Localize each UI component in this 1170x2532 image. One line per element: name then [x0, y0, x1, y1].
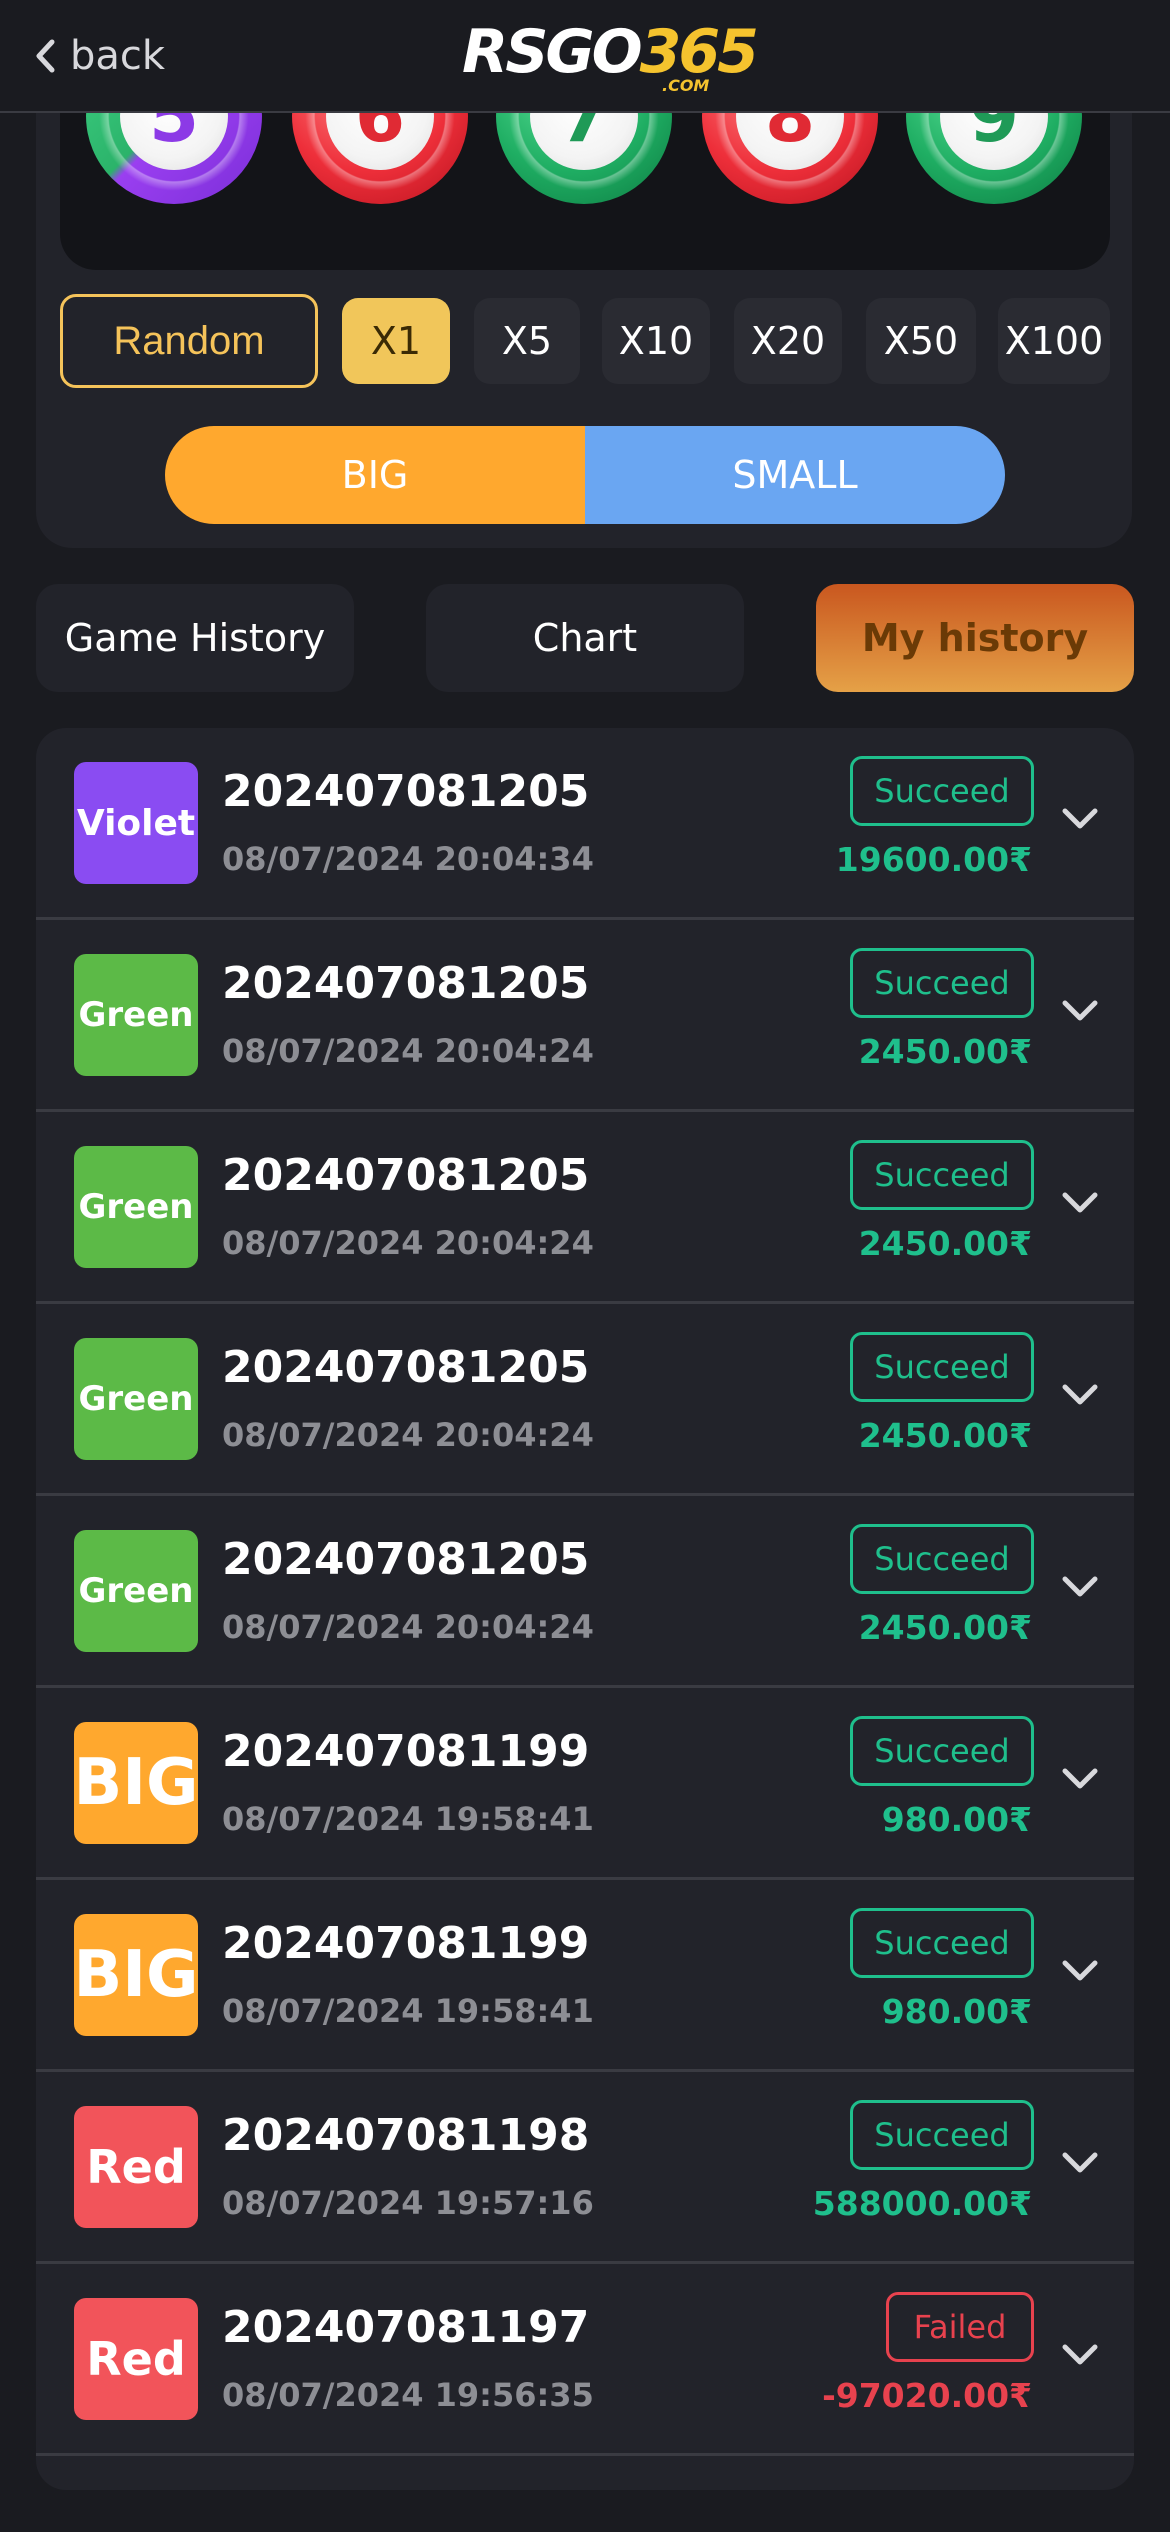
status-badge: Succeed — [850, 948, 1034, 1018]
bet-type-badge: BIG — [73, 1722, 199, 1844]
status-badge: Failed — [886, 2292, 1034, 2362]
win-amount: -97020.00₹ — [822, 2376, 1032, 2415]
history-row[interactable]: Green 202407081205 08/07/2024 20:04:24 Succ… — [36, 1112, 1134, 1304]
bet-timestamp: 08/07/2024 20:04:24 — [222, 1608, 594, 1646]
history-row[interactable]: BIG 202407081199 08/07/2024 19:58:41 Succee… — [36, 1688, 1134, 1880]
history-row[interactable]: BIG 202407081199 08/07/2024 19:58:41 Succee… — [36, 1880, 1134, 2072]
back-label: back — [70, 33, 166, 79]
win-amount: 2450.00₹ — [858, 1416, 1032, 1455]
chevron-down-icon[interactable] — [1060, 1958, 1100, 1984]
period-number: 202407081199 — [222, 1918, 590, 1969]
status-badge: Succeed — [850, 1524, 1034, 1594]
chevron-left-icon — [36, 39, 55, 73]
random-button[interactable]: Random — [60, 294, 318, 388]
tab-chart[interactable]: Chart — [426, 584, 744, 692]
bet-type-badge: Green — [74, 1146, 198, 1268]
chevron-down-icon[interactable] — [1060, 1190, 1100, 1216]
chevron-down-icon[interactable] — [1060, 806, 1100, 832]
period-number: 202407081205 — [222, 1342, 590, 1393]
bet-type-badge: Green — [74, 1530, 198, 1652]
period-number: 202407081197 — [222, 2302, 590, 2353]
my-history-list: Violet 202407081205 08/07/2024 20:04:34 Suc… — [36, 728, 1134, 2490]
big-small-toggle: BIG SMALL — [165, 426, 1005, 524]
status-badge: Succeed — [850, 1716, 1034, 1786]
history-row[interactable]: Green 202407081205 08/07/2024 20:04:24 Succ… — [36, 1496, 1134, 1688]
multiplier-x1-button[interactable]: X1 — [342, 298, 450, 384]
multiplier-x5-button[interactable]: X5 — [474, 298, 580, 384]
period-number: 202407081205 — [222, 958, 590, 1009]
bet-timestamp: 08/07/2024 19:58:41 — [222, 1800, 594, 1838]
history-row[interactable]: Red 202407081197 08/07/2024 19:56:35 Failed… — [36, 2264, 1134, 2456]
period-number: 202407081205 — [222, 766, 590, 817]
win-amount: 19600.00₹ — [835, 840, 1032, 879]
bet-type-badge: Green — [74, 954, 198, 1076]
tab-game-history[interactable]: Game History — [36, 584, 354, 692]
bet-type-badge: Green — [74, 1338, 198, 1460]
status-badge: Succeed — [850, 1908, 1034, 1978]
bet-timestamp: 08/07/2024 20:04:24 — [222, 1416, 594, 1454]
period-number: 202407081199 — [222, 1726, 590, 1777]
bet-timestamp: 08/07/2024 20:04:24 — [222, 1032, 594, 1070]
win-amount: 588000.00₹ — [812, 2184, 1032, 2223]
history-row[interactable]: Green 202407081205 08/07/2024 20:04:24 Succ… — [36, 920, 1134, 1112]
chevron-down-icon[interactable] — [1060, 998, 1100, 1024]
history-row[interactable]: Violet 202407081205 08/07/2024 20:04:34 Suc… — [36, 728, 1134, 920]
tab-my-history[interactable]: My history — [816, 584, 1134, 692]
bet-timestamp: 08/07/2024 19:57:16 — [222, 2184, 594, 2222]
period-number: 202407081198 — [222, 2110, 590, 2161]
chevron-down-icon[interactable] — [1060, 2150, 1100, 2176]
multiplier-x50-button[interactable]: X50 — [866, 298, 976, 384]
period-number: 202407081205 — [222, 1534, 590, 1585]
bet-timestamp: 08/07/2024 19:56:35 — [222, 2376, 594, 2414]
bet-timestamp: 08/07/2024 20:04:24 — [222, 1224, 594, 1262]
bet-type-badge: Violet — [74, 762, 198, 884]
logo: RSGO365 .COM — [462, 14, 759, 96]
win-amount: 980.00₹ — [881, 1992, 1032, 2031]
win-amount: 2450.00₹ — [858, 1224, 1032, 1263]
chevron-down-icon[interactable] — [1060, 1766, 1100, 1792]
bet-timestamp: 08/07/2024 19:58:41 — [222, 1992, 594, 2030]
win-amount: 2450.00₹ — [858, 1608, 1032, 1647]
small-button[interactable]: SMALL — [585, 426, 1005, 524]
logo-text-primary: RSGO — [462, 17, 643, 87]
bet-type-badge: Red — [74, 2106, 198, 2228]
win-amount: 2450.00₹ — [858, 1032, 1032, 1071]
back-button[interactable]: back — [34, 26, 165, 86]
chevron-down-icon[interactable] — [1060, 1382, 1100, 1408]
period-number: 202407081205 — [222, 1150, 590, 1201]
status-badge: Succeed — [850, 1332, 1034, 1402]
chevron-down-icon[interactable] — [1060, 2342, 1100, 2368]
history-row[interactable]: Green 202407081205 08/07/2024 20:04:24 Succ… — [36, 1304, 1134, 1496]
bet-type-badge: Red — [74, 2298, 198, 2420]
logo-suffix: .COM — [662, 76, 710, 95]
status-badge: Succeed — [850, 2100, 1034, 2170]
top-navigation-bar: back RSGO365 .COM — [0, 0, 1170, 113]
status-badge: Succeed — [850, 756, 1034, 826]
bet-timestamp: 08/07/2024 20:04:34 — [222, 840, 594, 878]
multiplier-x100-button[interactable]: X100 — [998, 298, 1110, 384]
bet-type-badge: BIG — [73, 1914, 199, 2036]
win-amount: 980.00₹ — [881, 1800, 1032, 1839]
chevron-down-icon[interactable] — [1060, 1574, 1100, 1600]
multiplier-x10-button[interactable]: X10 — [602, 298, 710, 384]
history-row[interactable]: Red 202407081198 08/07/2024 19:57:16 Succee… — [36, 2072, 1134, 2264]
big-button[interactable]: BIG — [165, 426, 585, 524]
status-badge: Succeed — [850, 1140, 1034, 1210]
multiplier-x20-button[interactable]: X20 — [734, 298, 842, 384]
